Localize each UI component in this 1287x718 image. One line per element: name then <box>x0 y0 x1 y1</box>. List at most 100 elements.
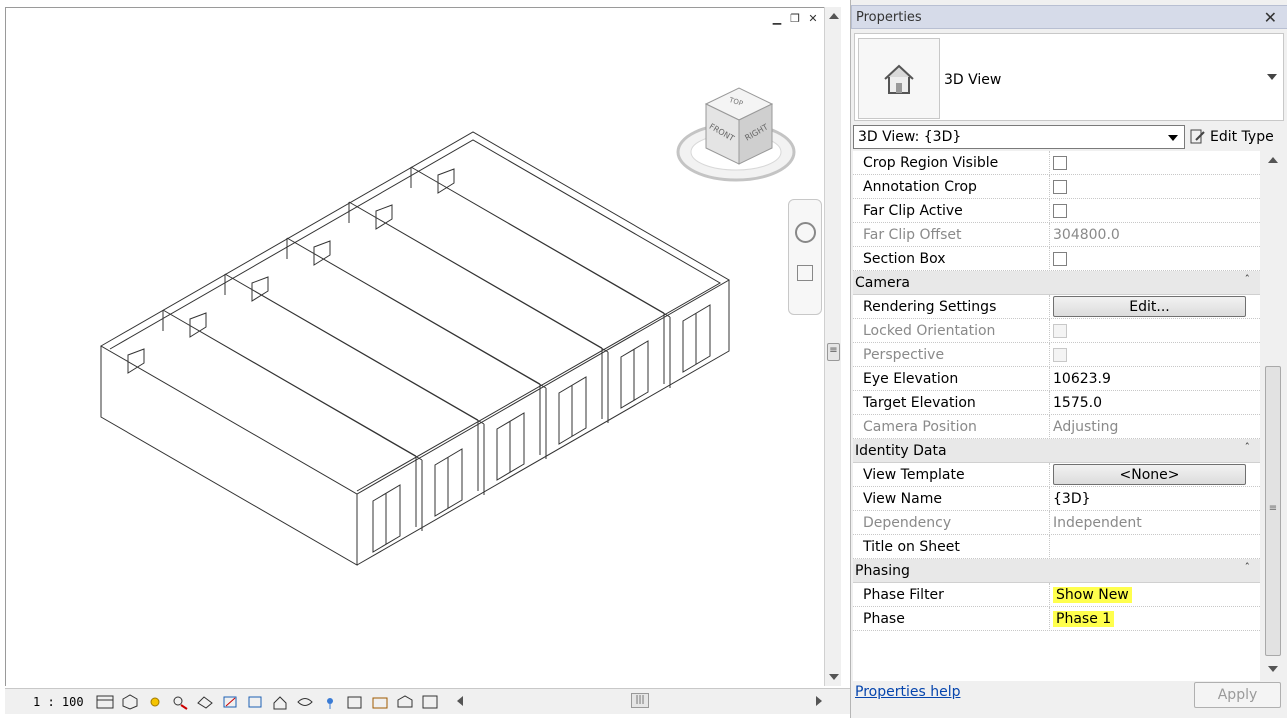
viewport-vertical-scrollbar[interactable]: ≡ <box>824 7 841 686</box>
property-row: Crop Region Visible <box>853 151 1260 175</box>
property-group-header[interactable]: Camera ˆ <box>853 271 1260 295</box>
hscroll-thumb[interactable]: ||| <box>631 693 649 708</box>
property-checkbox[interactable] <box>1053 203 1067 218</box>
property-label: Far Clip Active <box>853 198 1050 223</box>
crop-view-icon[interactable] <box>220 693 240 711</box>
type-selector[interactable]: 3D View <box>854 33 1284 121</box>
property-label: Locked Orientation <box>853 318 1050 343</box>
property-value-cell[interactable]: 10623.9 <box>1050 367 1260 391</box>
property-group-label: Identity Data <box>855 442 947 459</box>
collapse-icon[interactable]: ˆ <box>1245 441 1251 454</box>
property-label: Far Clip Offset <box>853 222 1050 247</box>
properties-help-link[interactable]: Properties help <box>855 684 960 700</box>
property-value-cell: Adjusting <box>1050 415 1260 439</box>
collapse-icon[interactable]: ˆ <box>1245 561 1251 574</box>
temporary-hide-icon[interactable] <box>295 693 315 711</box>
close-icon[interactable]: ✕ <box>806 11 820 25</box>
property-value: Phase 1 <box>1053 610 1115 627</box>
zoom-region-icon[interactable] <box>797 265 813 281</box>
analytical-model-icon[interactable] <box>395 693 415 711</box>
property-value-cell[interactable] <box>1050 175 1260 199</box>
property-row: Far Clip Offset 304800.0 <box>853 222 1260 247</box>
property-button[interactable]: <None> <box>1053 464 1246 485</box>
rendering-icon[interactable] <box>195 693 215 711</box>
properties-title-bar[interactable]: Properties ✕ <box>851 5 1287 29</box>
property-checkbox[interactable] <box>1053 155 1067 170</box>
scroll-right-icon[interactable] <box>816 696 822 706</box>
property-value-cell <box>1050 343 1260 367</box>
property-row: Title on Sheet <box>853 534 1260 559</box>
property-value-cell[interactable]: Phase 1 <box>1050 607 1260 631</box>
scroll-left-icon[interactable] <box>457 696 463 706</box>
scroll-thumb[interactable]: ≡ <box>827 343 840 361</box>
view-control-bar: 1 : 100 ||| <box>5 688 850 714</box>
chevron-down-icon[interactable] <box>1168 135 1178 141</box>
worksharing-display-icon[interactable] <box>370 693 390 711</box>
property-value: 10623.9 <box>1053 370 1111 387</box>
edit-type-button[interactable]: Edit Type <box>1190 125 1274 149</box>
property-row: Eye Elevation 10623.9 <box>853 366 1260 391</box>
property-group-label: Camera <box>855 274 910 291</box>
show-crop-region-icon[interactable] <box>245 693 265 711</box>
property-value-cell[interactable] <box>1050 151 1260 175</box>
property-checkbox <box>1053 347 1067 362</box>
property-value: 1575.0 <box>1053 394 1102 411</box>
drawing-viewport[interactable]: TOP FRONT RIGHT ▁ ❐ ✕ ≡ 1 : 100 ||| <box>0 0 850 718</box>
properties-scrollbar[interactable]: ≡ <box>1262 151 1284 678</box>
property-value-cell[interactable] <box>1050 535 1260 559</box>
property-checkbox[interactable] <box>1053 179 1067 194</box>
property-group-header[interactable]: Identity Data ˆ <box>853 439 1260 463</box>
apply-button[interactable]: Apply <box>1194 682 1281 708</box>
3d-view-canvas[interactable]: TOP FRONT RIGHT <box>5 7 824 686</box>
chevron-down-icon[interactable] <box>1267 74 1277 80</box>
scroll-up-icon[interactable] <box>829 13 839 19</box>
property-label: Eye Elevation <box>853 366 1050 391</box>
property-value: {3D} <box>1053 490 1091 507</box>
steering-wheel-icon[interactable] <box>795 222 816 243</box>
property-group-label: Phasing <box>855 562 910 579</box>
property-checkbox[interactable] <box>1053 251 1067 266</box>
property-label: Rendering Settings <box>853 294 1050 319</box>
property-value-cell[interactable]: {3D} <box>1050 487 1260 511</box>
scroll-down-icon[interactable] <box>829 674 839 680</box>
property-value: Adjusting <box>1053 418 1119 435</box>
scroll-down-icon[interactable] <box>1268 666 1278 672</box>
property-value-cell[interactable] <box>1050 247 1260 271</box>
property-label: Target Elevation <box>853 390 1050 415</box>
type-name: 3D View <box>944 72 1002 88</box>
property-row: View Template <None> <box>853 462 1260 487</box>
close-icon[interactable]: ✕ <box>1264 8 1277 27</box>
visual-style-icon[interactable] <box>120 693 140 711</box>
property-row: Phase Phase 1 <box>853 606 1260 631</box>
unlocked-3d-view-icon[interactable] <box>270 693 290 711</box>
view-scale[interactable]: 1 : 100 <box>5 695 95 709</box>
edit-type-icon <box>1190 129 1205 144</box>
scroll-thumb[interactable]: ≡ <box>1265 366 1281 656</box>
property-label: Perspective <box>853 342 1050 367</box>
reveal-hidden-icon[interactable] <box>320 693 340 711</box>
shadows-icon[interactable] <box>170 693 190 711</box>
instance-filter-select[interactable]: 3D View: {3D} <box>853 125 1185 149</box>
property-label: Title on Sheet <box>853 534 1050 559</box>
properties-grid: Crop Region Visible Annotation Crop Far Cl… <box>853 151 1260 681</box>
viewport-horizontal-scrollbar[interactable]: ||| <box>453 692 828 710</box>
property-value-cell[interactable]: Show New <box>1050 583 1260 607</box>
property-row: Locked Orientation <box>853 318 1260 343</box>
property-row: View Name {3D} <box>853 486 1260 511</box>
temporary-view-properties-icon[interactable] <box>345 693 365 711</box>
property-value-cell[interactable]: 1575.0 <box>1050 391 1260 415</box>
restore-icon[interactable]: ❐ <box>788 11 802 25</box>
collapse-icon[interactable]: ˆ <box>1245 273 1251 286</box>
property-value-cell[interactable] <box>1050 199 1260 223</box>
sun-path-icon[interactable] <box>145 693 165 711</box>
property-value: Independent <box>1053 514 1142 531</box>
property-value-cell[interactable]: <None> <box>1050 463 1260 487</box>
property-value-cell[interactable]: Edit... <box>1050 295 1260 319</box>
property-group-header[interactable]: Phasing ˆ <box>853 559 1260 583</box>
property-button[interactable]: Edit... <box>1053 296 1246 317</box>
minimize-icon[interactable]: ▁ <box>770 11 784 25</box>
constraints-icon[interactable] <box>420 693 440 711</box>
property-label: Crop Region Visible <box>853 151 1050 175</box>
detail-level-icon[interactable] <box>95 693 115 711</box>
scroll-up-icon[interactable] <box>1268 157 1278 163</box>
